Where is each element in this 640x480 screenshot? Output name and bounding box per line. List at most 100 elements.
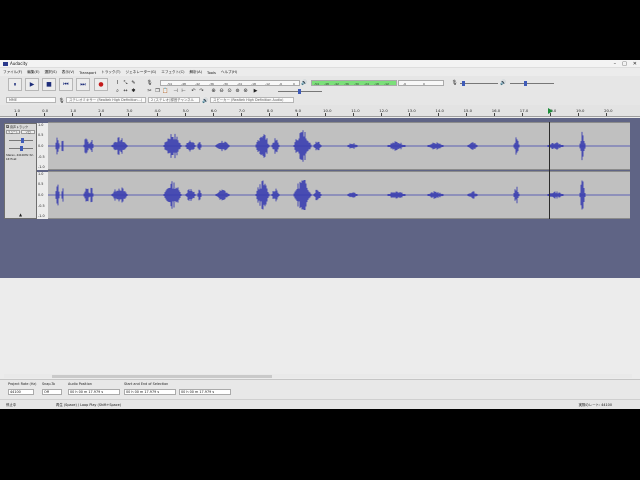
ruler-tick-mark [493, 113, 495, 116]
snap-to-select[interactable]: Off [42, 389, 62, 395]
ruler-tick-mark [72, 113, 74, 116]
audio-host-select[interactable]: MME [6, 97, 56, 103]
audio-position-label: Audio Position [68, 382, 92, 386]
status-hint: 再生 (Space) / Loop Play (Shift+Space) [56, 403, 122, 407]
timeline-ruler[interactable]: 1.0 0.0 1.0 2.0 3.0 4.0 5.0 6.0 7.0 8.0 9.0 10.0 11.… [0, 105, 640, 117]
menu-edit[interactable]: 編集(E) [27, 70, 39, 75]
draw-tool-icon[interactable]: ✎ [130, 79, 137, 86]
scrollbar-thumb[interactable] [52, 374, 272, 378]
device-toolbar: MME 🎙 ステレオミキサー (Realtek High Definition.… [0, 96, 640, 105]
ruler-tick-label: 1.0 [70, 108, 77, 113]
skip-start-button[interactable]: ⏮ [59, 78, 73, 91]
ruler-tick-mark [156, 113, 158, 116]
close-button[interactable]: ✕ [633, 61, 637, 67]
menu-tools[interactable]: Tools [207, 71, 216, 75]
maximize-button[interactable]: □ [622, 61, 627, 67]
play-volume-slider[interactable] [510, 81, 554, 86]
channels-select[interactable]: 2 (ステレオ)録音チャンネル [148, 97, 200, 103]
zoom-toggle-icon[interactable]: ⊛ [242, 87, 249, 94]
track-pan-slider[interactable] [9, 146, 33, 151]
track-close-button[interactable]: x [6, 125, 9, 129]
record-meter-scale: -54 -48 -42 -36 -30 -24 -18 -12 -6 0 [160, 80, 300, 86]
ruler-tick-mark [212, 113, 214, 116]
waveform-left-channel[interactable] [48, 122, 630, 170]
mute-button[interactable]: ミュート [6, 130, 20, 134]
status-state: 停止中 [6, 403, 17, 407]
menu-view[interactable]: 表示(V) [62, 70, 74, 75]
collapse-track-icon[interactable]: ▲ [17, 211, 24, 218]
cut-icon[interactable]: ✂ [146, 87, 153, 94]
zoom-in-icon[interactable]: ⊕ [210, 87, 217, 94]
trim-icon[interactable]: ⊣ [172, 87, 179, 94]
track-gain-slider[interactable] [9, 138, 33, 143]
audio-position-field[interactable]: 00 h 00 m 17.979 s [68, 389, 120, 395]
ruler-tick-mark [606, 113, 608, 116]
menu-analyze[interactable]: 解析(A) [190, 70, 202, 75]
play-volume-icon: 🔊 [500, 79, 507, 86]
record-volume-slider[interactable] [460, 81, 498, 86]
output-device-select[interactable]: スピーカー (Realtek High Definition Audio) [210, 97, 294, 103]
menu-help[interactable]: ヘルプ(H) [221, 70, 237, 75]
playback-meter[interactable]: -54 -48 -42 -36 -30 -24 -18 -12 [311, 80, 397, 86]
selection-start-field[interactable]: 00 h 00 m 17.979 s [124, 389, 176, 395]
ruler-tick-label: 4.0 [154, 108, 161, 113]
ruler-tick-mark [184, 113, 186, 116]
ruler-tick-mark [44, 113, 46, 116]
vertical-scale-left[interactable]: 1.0 0.5 0.0 -0.5 -1.0 [37, 123, 48, 170]
pause-button[interactable]: ⏸ [8, 78, 22, 91]
zoom-out-icon[interactable]: ⊖ [218, 87, 225, 94]
menu-generate[interactable]: ジェネレーター(G) [126, 70, 157, 75]
project-rate-select[interactable]: 44100 [8, 389, 34, 395]
zoom-tool-icon[interactable]: ⌕ [114, 87, 121, 94]
playback-meter-tail: -6 0 [398, 80, 444, 86]
ruler-tick-mark [409, 113, 411, 116]
menu-transport[interactable]: Transport [79, 71, 96, 75]
horizontal-scrollbar[interactable] [4, 374, 632, 378]
play-button[interactable]: ▶ [25, 78, 39, 91]
skip-end-button[interactable]: ⏭ [76, 78, 90, 91]
play-at-speed-icon[interactable]: ▶ [252, 87, 259, 94]
stop-button[interactable]: ■ [42, 78, 56, 91]
edit-cursor [549, 122, 550, 219]
track-name-menu[interactable]: 音声トラック [10, 125, 32, 129]
ruler-tick-mark [465, 113, 467, 116]
record-button[interactable]: ● [94, 78, 108, 91]
vertical-scale-right[interactable]: 1.0 0.5 0.0 -0.5 -1.0 [37, 172, 48, 219]
ruler-tick-label: 6.0 [210, 108, 217, 113]
ruler-tick-label: 0.0 [42, 108, 49, 113]
multi-tool-icon[interactable]: ✱ [130, 87, 137, 94]
undo-icon[interactable]: ↶ [190, 87, 197, 94]
ruler-tick-label: 9.0 [295, 108, 302, 113]
envelope-tool-icon[interactable]: ⤡ [122, 79, 129, 86]
ruler-tick-mark [353, 113, 355, 116]
play-speed-slider[interactable] [278, 89, 322, 94]
solo-button[interactable]: ソロ [21, 130, 35, 134]
minimize-button[interactable]: – [614, 61, 617, 67]
menu-tracks[interactable]: トラック(T) [101, 70, 120, 75]
ruler-tick-mark [381, 113, 383, 116]
ruler-tick-mark [240, 113, 242, 116]
ruler-tick-mark [297, 113, 298, 116]
selection-tool-icon[interactable]: I [114, 79, 121, 86]
waveform-right-channel[interactable] [48, 171, 630, 219]
selection-label: Start and End of Selection [124, 382, 169, 386]
redo-icon[interactable]: ↷ [198, 87, 205, 94]
paste-icon[interactable]: 📋 [162, 87, 169, 94]
menu-file[interactable]: ファイル(F) [3, 70, 22, 75]
silence-icon[interactable]: ⊢ [180, 87, 187, 94]
project-rate-label: Project Rate (Hz) [8, 382, 37, 386]
selection-end-field[interactable]: 00 h 00 m 17.979 s [179, 389, 231, 395]
play-position-marker[interactable] [548, 108, 553, 114]
track-control-panel[interactable]: x 音声トラック ミュート ソロ Stereo, 44100Hz 32-bit … [4, 123, 37, 219]
zoom-sel-icon[interactable]: ⊙ [226, 87, 233, 94]
ruler-tick-mark [16, 113, 17, 116]
timeshift-tool-icon[interactable]: ↔ [122, 87, 129, 94]
input-device-select[interactable]: ステレオミキサー (Realtek High Definition...) [66, 97, 146, 103]
menu-effect[interactable]: エフェクト(C) [161, 70, 184, 75]
copy-icon[interactable]: ❐ [154, 87, 161, 94]
window-title: Audacity [10, 61, 28, 66]
menu-select[interactable]: 選択(S) [45, 70, 57, 75]
input-device-icon: 🎙 [58, 97, 65, 104]
zoom-fit-icon[interactable]: ⊚ [234, 87, 241, 94]
title-bar: Audacity – □ ✕ [0, 60, 640, 68]
